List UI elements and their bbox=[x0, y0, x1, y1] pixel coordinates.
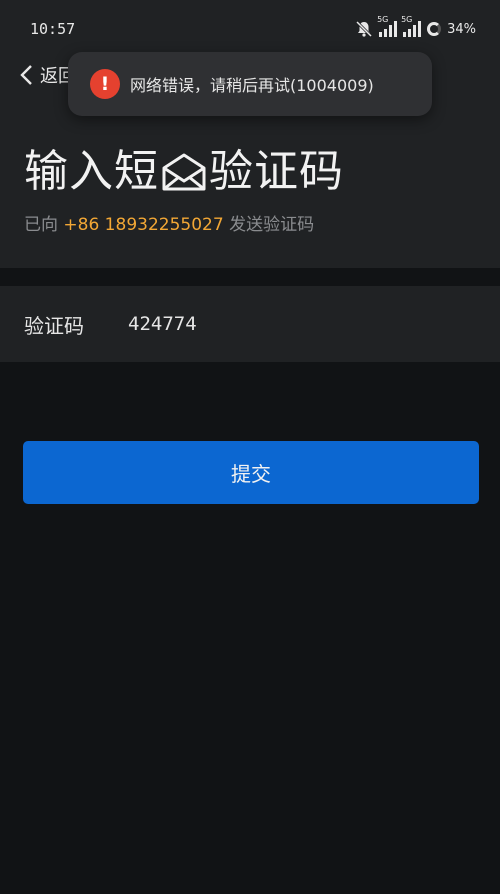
signal-1-label: 5G bbox=[377, 15, 389, 24]
error-toast: ! 网络错误，请稍后再试(1004009) bbox=[68, 52, 432, 116]
status-time: 10:57 bbox=[30, 20, 76, 38]
page-title: 输入短 验证码 bbox=[24, 144, 344, 200]
envelope-icon bbox=[162, 153, 206, 191]
bell-muted-icon bbox=[356, 20, 373, 38]
status-icons: 5G 5G 34% bbox=[355, 15, 476, 40]
page-title-part-2: 验证码 bbox=[209, 146, 344, 197]
code-input[interactable] bbox=[128, 306, 468, 342]
submit-button[interactable]: 提交 bbox=[23, 441, 479, 504]
battery-icon bbox=[427, 22, 442, 36]
page-title-part-1: 输入短 bbox=[24, 146, 159, 197]
subtitle-suffix: 发送验证码 bbox=[229, 215, 315, 235]
status-bar: 10:57 5G 5G 34% bbox=[0, 0, 500, 60]
chevron-left-icon bbox=[20, 65, 32, 85]
error-icon: ! bbox=[90, 69, 120, 99]
battery-percent: 34% bbox=[447, 21, 476, 37]
phone-number: +86 18932255027 bbox=[63, 215, 224, 235]
code-label: 验证码 bbox=[24, 314, 84, 338]
header-card: 输入短 验证码 已向 +86 18932255027 发送验证码 bbox=[0, 100, 500, 268]
subtitle: 已向 +86 18932255027 发送验证码 bbox=[24, 210, 314, 235]
signal-2-label: 5G bbox=[401, 15, 413, 24]
subtitle-prefix: 已向 bbox=[24, 215, 58, 235]
signal-icon-2: 5G bbox=[401, 15, 422, 37]
toast-message: 网络错误，请稍后再试(1004009) bbox=[130, 76, 374, 95]
code-row: 验证码 bbox=[0, 286, 500, 362]
signal-icon-1: 5G bbox=[377, 15, 398, 37]
